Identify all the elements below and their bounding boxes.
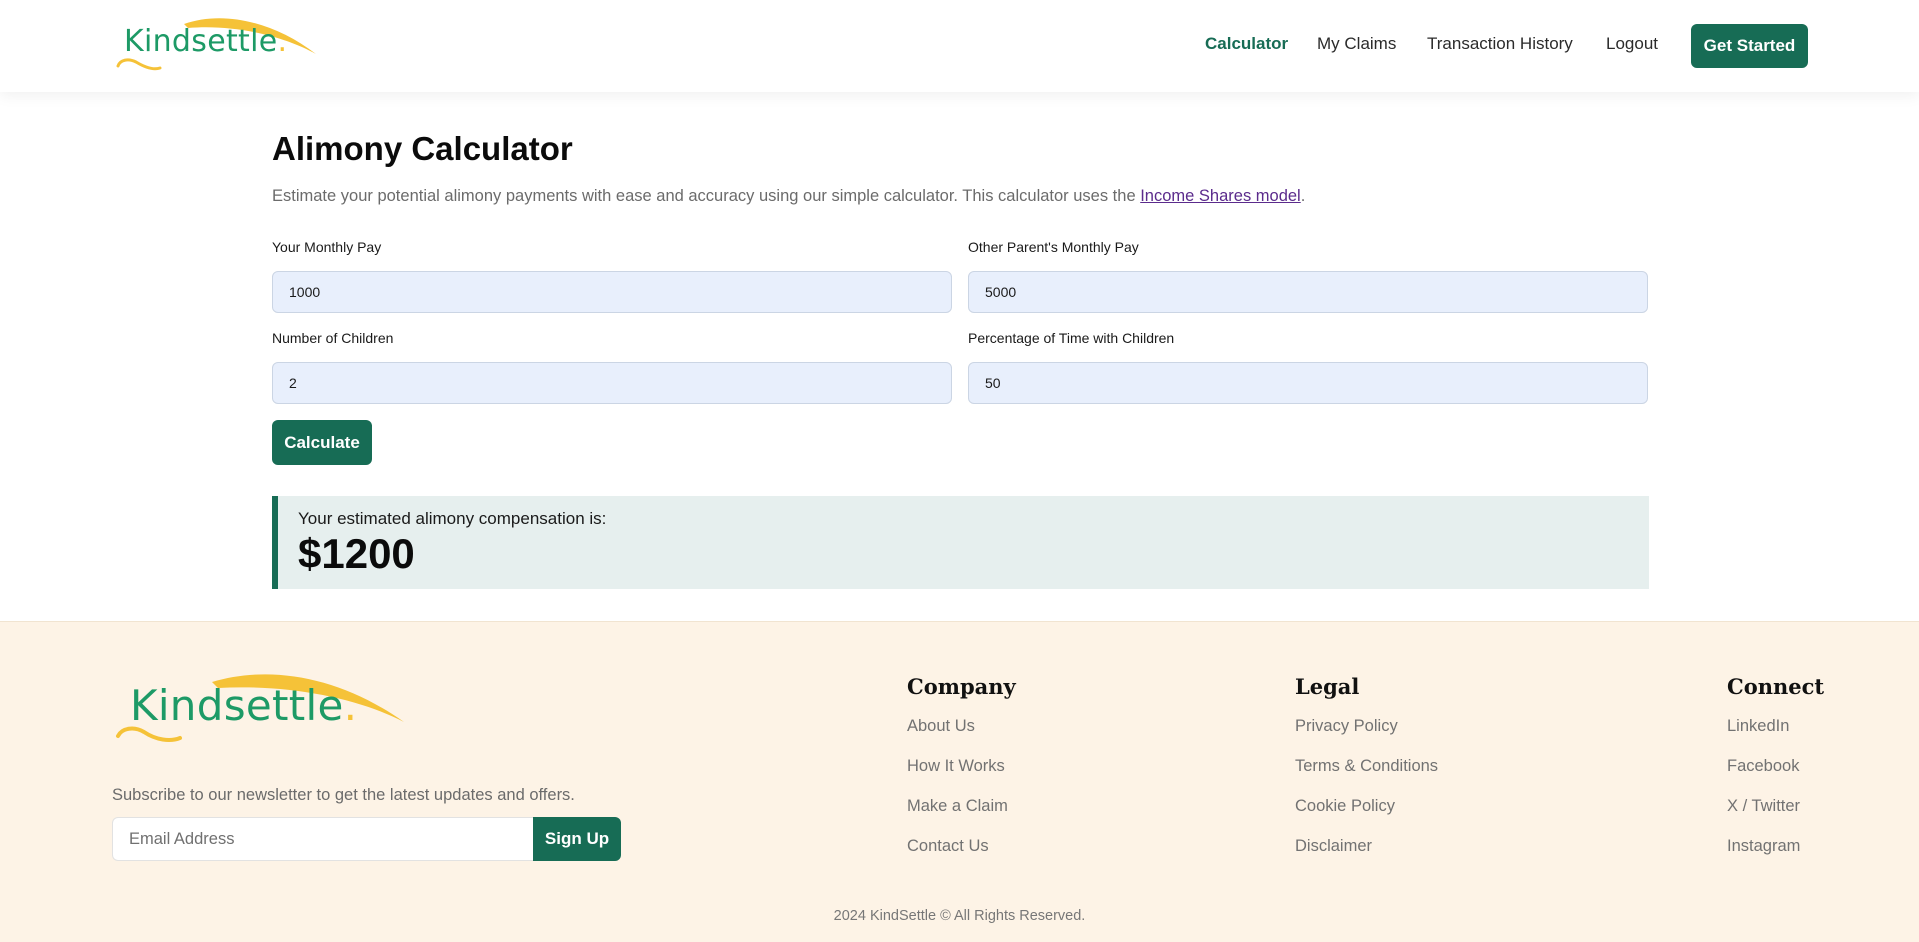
nav-my-claims[interactable]: My Claims [1317,34,1396,54]
result-label: Your estimated alimony compensation is: [298,509,607,528]
footer-link-cookie-policy[interactable]: Cookie Policy [1295,797,1395,816]
other-monthly-pay-input[interactable] [968,271,1648,313]
footer-link-terms[interactable]: Terms & Conditions [1295,757,1438,776]
result-value: $1200 [298,530,415,577]
logo-wordmark: Kindsettle. [130,681,358,730]
page-title: Alimony Calculator [272,130,573,167]
site-footer: Kindsettle. Subscribe to our newsletter … [0,621,1919,942]
footer-heading-connect: Connect [1727,674,1825,699]
email-input[interactable] [112,817,534,861]
footer-heading-legal: Legal [1295,674,1360,699]
brand-logo[interactable]: Kindsettle. [114,14,320,72]
footer-brand-logo[interactable]: Kindsettle. [112,670,408,746]
footer-link-facebook[interactable]: Facebook [1727,757,1799,776]
number-of-children-input[interactable] [272,362,952,404]
get-started-button[interactable]: Get Started [1691,24,1808,68]
footer-link-make-a-claim[interactable]: Make a Claim [907,797,1008,816]
your-monthly-pay-input[interactable] [272,271,952,313]
nav-transaction-history[interactable]: Transaction History [1427,34,1573,54]
footer-heading-company: Company [907,674,1016,699]
calculate-button[interactable]: Calculate [272,420,372,465]
logo-wordmark: Kindsettle. [124,24,288,59]
copyright-text: 2024 KindSettle © All Rights Reserved. [833,908,1086,924]
newsletter-text: Subscribe to our newsletter to get the l… [112,786,575,804]
footer-link-how-it-works[interactable]: How It Works [907,757,1005,776]
footer-link-linkedin[interactable]: LinkedIn [1727,717,1789,736]
other-monthly-pay-label: Other Parent's Monthly Pay [968,239,1139,255]
sign-up-button[interactable]: Sign Up [533,817,621,861]
nav-logout[interactable]: Logout [1606,34,1658,54]
number-of-children-label: Number of Children [272,330,394,346]
footer-link-x-twitter[interactable]: X / Twitter [1727,797,1800,816]
page-description: Estimate your potential alimony payments… [272,187,1306,205]
footer-link-disclaimer[interactable]: Disclaimer [1295,837,1372,856]
nav-calculator[interactable]: Calculator [1205,34,1288,54]
footer-link-instagram[interactable]: Instagram [1727,837,1800,856]
footer-link-about-us[interactable]: About Us [907,717,975,736]
site-header: Kindsettle. Calculator My Claims Transac… [0,0,1919,92]
result-panel: Your estimated alimony compensation is: … [272,496,1649,589]
income-shares-link[interactable]: Income Shares model [1140,187,1301,205]
footer-link-contact-us[interactable]: Contact Us [907,837,989,856]
your-monthly-pay-label: Your Monthly Pay [272,239,382,255]
footer-link-privacy-policy[interactable]: Privacy Policy [1295,717,1398,736]
time-with-children-label: Percentage of Time with Children [968,330,1175,346]
time-with-children-input[interactable] [968,362,1648,404]
